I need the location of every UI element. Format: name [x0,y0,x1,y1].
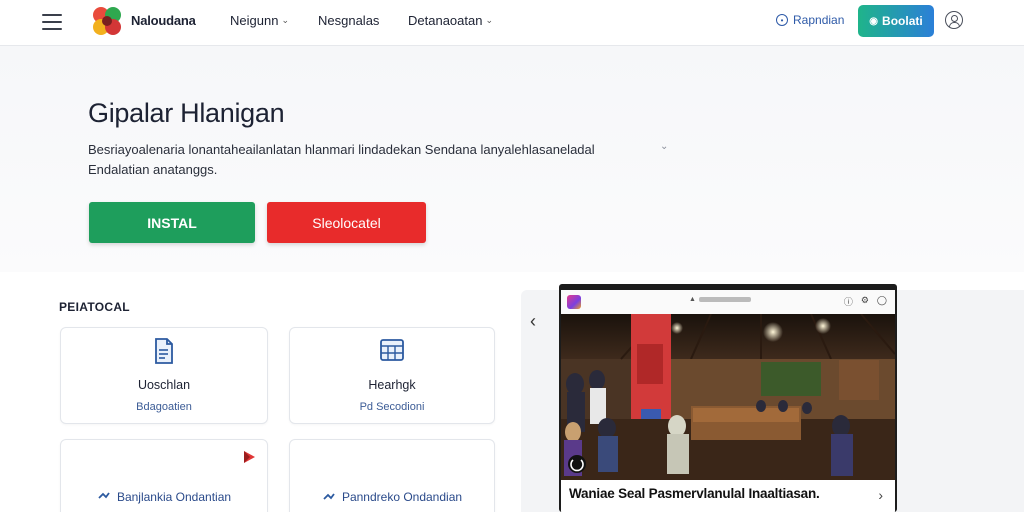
carousel-prev-icon[interactable]: ‹ [530,311,536,332]
top-cta-button[interactable]: ◉ Boolati [858,5,934,37]
preview-browser-bar: ▲ ⓘ ⚙ ◯ [561,290,895,314]
user-account-icon[interactable] [945,11,963,29]
feature-card-4[interactable]: Panndreko Ondandian [289,439,495,512]
nav-item-2[interactable]: Nesgnalas [318,13,379,28]
card-link[interactable]: Panndreko Ondandian [290,490,494,504]
chevron-right-icon[interactable]: › [878,487,883,503]
clock-icon: • [776,14,788,26]
nav-item-label: Detanaoatan [408,13,483,28]
install-button[interactable]: INSTAL [89,202,255,243]
feature-card-2[interactable]: Hearhgk Pd Secodioni [289,327,495,424]
section-heading: PEIATOCAL [59,300,130,314]
nav-item-3[interactable]: Detanaoatan ⌄ [408,13,493,28]
link-icon [98,492,110,499]
card-link-label: Panndreko Ondandian [341,490,463,504]
settings-icon: ⚙ [860,295,869,305]
chevron-down-icon: ⌄ [281,15,289,25]
hero-title: Gipalar Hlanigan [88,98,285,128]
card-title: Hearhgk [368,378,416,392]
cta-badge-icon: ◉ [869,15,879,27]
secondary-button[interactable]: Sleolocatel [267,202,426,243]
bookmark-flag-icon [244,451,255,463]
brand-logo-icon[interactable] [90,4,124,38]
preview-address-bar: ▲ [689,296,751,303]
chevron-down-icon: ⌄ [485,15,493,25]
document-icon [155,338,173,364]
profile-icon: ◯ [876,295,887,305]
preview-caption-bar: Waniae Seal Pasmervlanulal Inaaltiasan. … [561,480,895,512]
card-subtitle: Bdagoatien [136,401,192,413]
card-link[interactable]: Banjlankia Ondantian [61,490,267,504]
preview-caption: Waniae Seal Pasmervlanulal Inaaltiasan. [569,486,820,501]
spreadsheet-icon [380,339,404,361]
url-placeholder-bar [698,297,751,302]
card-subtitle: Pd Secodioni [359,401,425,413]
hero-section: Gipalar Hlanigan Besriayoalenaria lonant… [0,46,1024,272]
hamburger-menu-icon[interactable] [42,14,62,30]
feature-card-3[interactable]: Banjlankia Ondantian [60,439,268,512]
hero-description: Besriayoalenaria lonantaheailanlatan hla… [88,142,595,177]
signin-label: Rapndian [793,13,845,27]
brand-name[interactable]: Naloudana [131,13,196,28]
lock-icon: ▲ [689,296,696,303]
restaurant-photo [561,314,895,480]
nav-item-label: Nesgnalas [318,13,380,28]
card-link-label: Banjlankia Ondantian [116,490,232,504]
top-nav-bar: Naloudana Neigunn ⌄ Nesgnalas Detanaoata… [0,0,1024,46]
chevron-down-icon[interactable]: ⌄ [660,141,668,152]
nav-item-label: Neigunn [230,13,279,28]
feature-card-1[interactable]: Uoschlan Bdagoatien [60,327,268,424]
card-title: Uoschlan [137,378,191,392]
info-icon: ⓘ [843,297,853,307]
nav-item-1[interactable]: Neigunn ⌄ [230,13,289,28]
cta-label: Boolati [882,14,923,28]
signin-link[interactable]: • Rapndian [776,13,844,27]
link-icon [323,493,335,500]
preview-toolbar: ⓘ ⚙ ◯ [844,295,887,308]
app-icon [567,295,581,309]
preview-screenshot[interactable]: ▲ ⓘ ⚙ ◯ Waniae Seal Pasmervlanulal Inaal… [559,284,897,512]
